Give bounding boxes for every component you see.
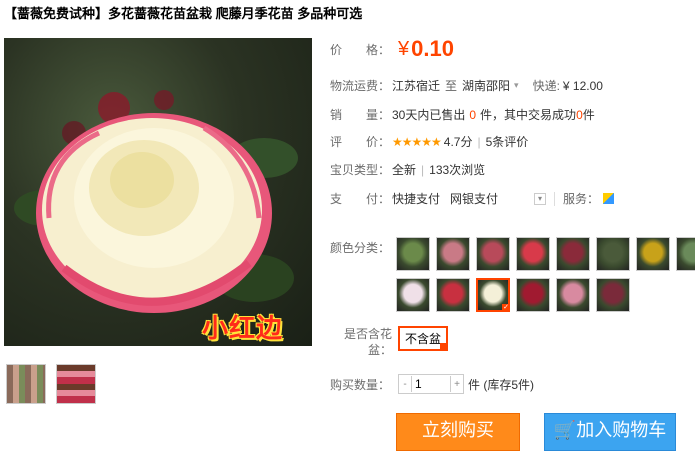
product-main-image[interactable]: 小红边 [4, 38, 312, 346]
payment-row: 支 付： 快捷支付 网银支付 ▾ 服务： [330, 190, 615, 207]
chevron-down-icon[interactable]: ▾ [514, 80, 519, 91]
sales-mid: 件，其中交易成功 [480, 108, 577, 122]
add-to-cart-button[interactable]: 🛒加入购物车 [544, 413, 676, 451]
shipping-label: 物流运费： [330, 79, 391, 93]
pot-row: 是否含花盆： 不含盆 [330, 326, 449, 358]
selected-check-icon: ✓ [502, 304, 510, 312]
ship-to-select[interactable]: 湖南邵阳 [462, 77, 510, 94]
shipping-fee: ¥ 12.00 [562, 78, 603, 93]
rating-row: 评 价： ★★★★★ 4.7分 | 5条评价 [330, 133, 528, 150]
review-count-link[interactable]: 5条评价 [486, 133, 529, 150]
sales-success: 0 [576, 107, 583, 122]
thumbnail-2[interactable] [56, 364, 96, 404]
quantity-stepper: - + [398, 374, 464, 394]
sales-prefix: 30天内已售出 [392, 108, 466, 122]
quantity-label: 购买数量： [330, 377, 391, 392]
color-swatch[interactable] [516, 278, 550, 312]
rating-score: 4.7分 [443, 135, 473, 149]
price-value: 0.10 [411, 36, 454, 61]
rose-illustration [14, 90, 298, 313]
color-swatch[interactable] [556, 237, 590, 271]
category-divider: | [421, 162, 425, 177]
product-title: 【蔷薇免费试种】多花蔷薇花苗盆栽 爬藤月季花苗 多品种可选 [4, 6, 363, 21]
image-thumbnails [6, 364, 96, 404]
service-badge-icon[interactable] [603, 193, 615, 204]
image-overlay-label: 小红边 [202, 313, 284, 343]
ship-from: 江苏宿迁 [392, 79, 441, 93]
ship-sep: 至 [445, 79, 458, 93]
quantity-input[interactable] [411, 376, 451, 392]
rating-divider: | [477, 134, 481, 149]
item-condition: 全新 [392, 163, 417, 177]
thumbnail-1[interactable] [6, 364, 46, 404]
rating-stars-icon: ★★★★★ [392, 134, 442, 149]
color-swatch[interactable] [596, 237, 630, 271]
sales-count: 0 [469, 107, 477, 122]
color-swatch[interactable] [596, 278, 630, 312]
category-row: 宝贝类型： 全新 | 133次浏览 [330, 161, 485, 178]
rating-label: 评 价： [330, 135, 391, 149]
color-swatch[interactable] [396, 237, 430, 271]
pot-label: 是否含花盆： [343, 327, 392, 357]
color-swatch[interactable] [636, 237, 670, 271]
color-swatch[interactable] [396, 278, 430, 312]
sales-label: 销 量： [330, 108, 391, 122]
color-swatch[interactable] [516, 237, 550, 271]
color-swatch[interactable] [676, 237, 695, 271]
price-symbol: ¥ [398, 37, 410, 60]
color-row-label: 颜色分类： [330, 239, 392, 256]
color-label: 颜色分类： [330, 241, 391, 255]
price-label: 价 格： [330, 42, 391, 57]
payment-method-express: 快捷支付 [392, 192, 441, 206]
service-label: 服务： [563, 192, 600, 206]
quantity-minus-button[interactable]: - [399, 379, 411, 390]
quantity-plus-button[interactable]: + [451, 379, 463, 390]
color-swatch[interactable] [436, 237, 470, 271]
color-swatch[interactable] [476, 237, 510, 271]
color-swatch[interactable] [556, 278, 590, 312]
pot-option-label: 不含盆 [405, 332, 442, 346]
quantity-row: 购买数量： - + 件 (库存5件) [330, 374, 534, 394]
buy-now-button[interactable]: 立刻购买 [396, 413, 520, 451]
view-count: 133次浏览 [429, 163, 486, 177]
sales-suffix: 件 [582, 108, 595, 122]
color-swatch[interactable]: ✓ [476, 278, 510, 312]
pot-option-no-pot[interactable]: 不含盆 [398, 326, 449, 351]
shipping-row: 物流运费： 江苏宿迁 至 湖南邵阳 ▾ 快递: ¥ 12.00 [330, 77, 603, 94]
payment-label: 支 付： [330, 192, 391, 206]
cart-icon: 🛒 [553, 420, 577, 440]
selected-check-icon [440, 343, 449, 351]
stock-info: 件 (库存5件) [468, 377, 535, 392]
chevron-down-icon[interactable]: ▾ [534, 192, 547, 205]
payment-divider [554, 191, 556, 206]
shipping-fee-label: 快递: [532, 79, 560, 93]
category-label: 宝贝类型： [330, 163, 391, 177]
price-row: 价 格： ¥ 0.10 [330, 36, 454, 62]
color-swatch[interactable] [436, 278, 470, 312]
add-to-cart-label: 加入购物车 [576, 420, 667, 440]
sales-row: 销 量： 30天内已售出 0 件，其中交易成功 0 件 [330, 106, 595, 123]
payment-method-bank: 网银支付 [450, 192, 499, 206]
